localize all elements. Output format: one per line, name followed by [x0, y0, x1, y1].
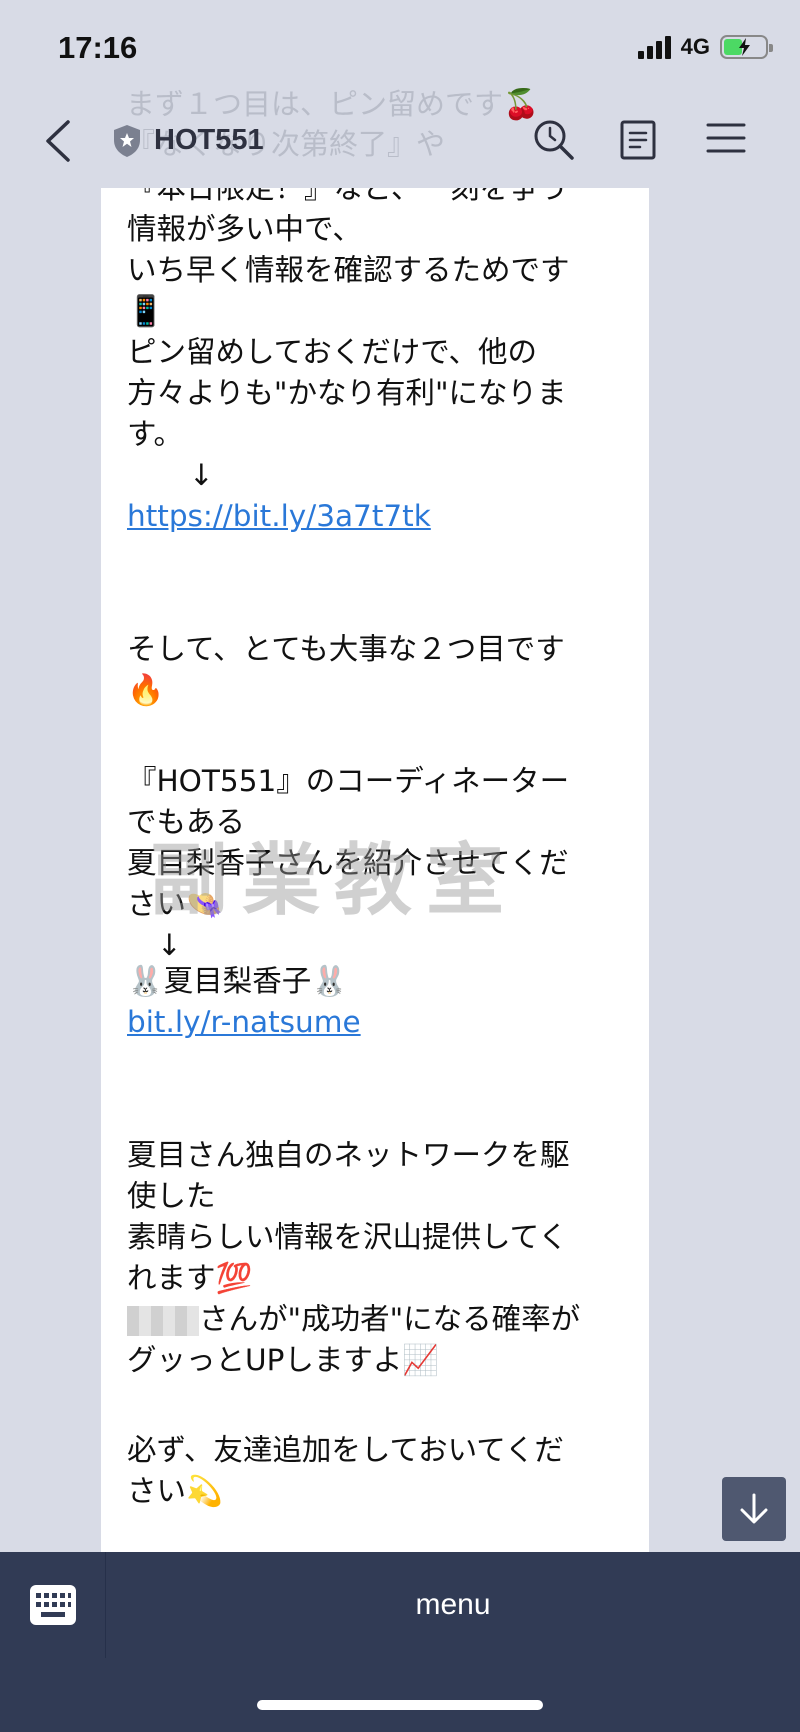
message-line: ピン留めしておくだけで、他の: [127, 335, 538, 369]
status-bar: 17:16 4G: [0, 0, 800, 96]
signal-icon: [637, 35, 671, 59]
home-indicator[interactable]: [257, 1700, 543, 1710]
message-line: 『本日限定！』など、一刻を争う: [127, 188, 569, 205]
phone-emoji: 📱: [127, 294, 165, 329]
message-line: さい💫: [127, 1474, 223, 1508]
message-line: 必ず、友達追加をしておいてくだ: [127, 1433, 564, 1467]
message-line: そして、とても大事な２つ目です: [127, 632, 565, 666]
status-time: 17:16: [58, 30, 138, 65]
hamburger-menu-icon[interactable]: [706, 122, 746, 158]
message-line: れます💯: [127, 1261, 253, 1295]
arrow-down-text: ↓: [157, 928, 182, 962]
message-line: す。: [127, 417, 184, 451]
chat-header: HOT551: [0, 96, 800, 186]
scroll-to-bottom-button[interactable]: [722, 1477, 786, 1541]
back-chevron-icon[interactable]: [42, 118, 72, 168]
notes-icon[interactable]: [620, 120, 656, 164]
message-line: いち早く情報を確認するためです: [127, 253, 570, 287]
blurred-username: [127, 1305, 199, 1336]
watermark: 副業教室: [150, 835, 519, 926]
status-indicators: 4G: [637, 34, 773, 60]
arrow-down-icon: [740, 1493, 768, 1524]
chat-title: HOT551: [154, 124, 264, 156]
message-line-rest: さんが"成功者"になる確率が: [199, 1302, 581, 1336]
menu-button[interactable]: menu: [106, 1552, 800, 1658]
message-line-with-name: さんが"成功者"になる確率が: [127, 1299, 632, 1340]
message-line: 🐰夏目梨香子🐰: [127, 964, 348, 998]
arrow-down-text: ↓: [189, 458, 214, 492]
search-icon[interactable]: [532, 118, 576, 166]
shield-star-icon: [112, 124, 142, 162]
message-line: 使した: [127, 1179, 216, 1213]
message-line: 夏目さん独自のネットワークを駆: [127, 1138, 570, 1172]
message-link-pin[interactable]: https://bit.ly/3a7t7tk: [127, 496, 632, 537]
message-line: 『HOT551』のコーディネーター: [127, 764, 570, 798]
battery-icon: [720, 35, 773, 59]
message-link-natsume[interactable]: bit.ly/r-natsume: [127, 1002, 632, 1043]
message-line: 素晴らしい情報を沢山提供してく: [127, 1220, 568, 1254]
keyboard-toggle-button[interactable]: [0, 1552, 106, 1658]
network-type: 4G: [680, 34, 710, 59]
message-line: 方々よりも"かなり有利"になりま: [127, 376, 567, 410]
message-line: グッっとUPしますよ📈: [127, 1343, 440, 1377]
fire-emoji: 🔥: [127, 673, 165, 708]
message-line: 情報が多い中で、: [127, 212, 362, 246]
keyboard-icon: [29, 1585, 76, 1625]
